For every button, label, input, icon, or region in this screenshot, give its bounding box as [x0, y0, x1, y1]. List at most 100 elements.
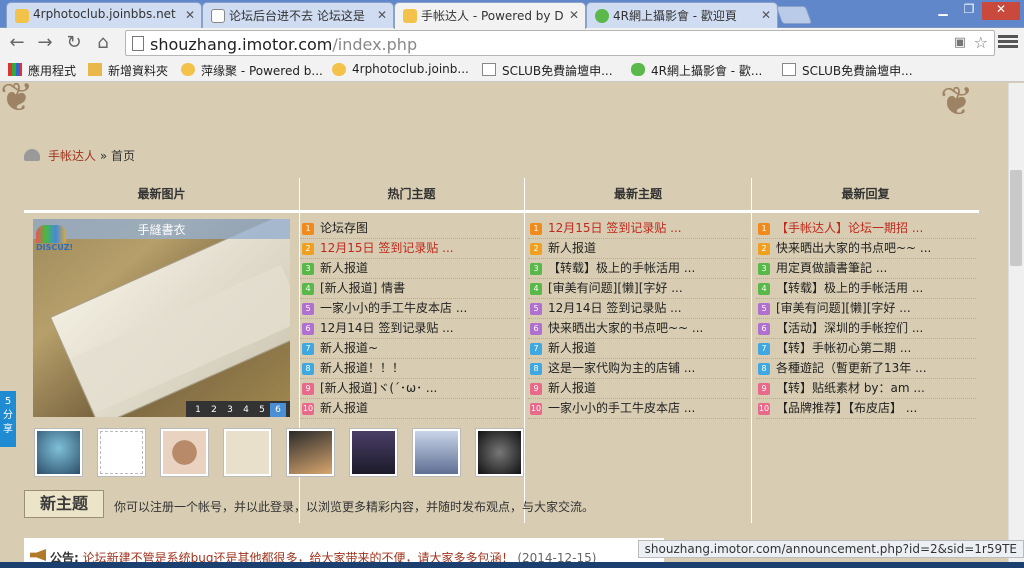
list-item[interactable]: 7 新人报道 [528, 339, 748, 359]
list-item[interactable]: 10 【品牌推荐】【布皮店】 ... [756, 399, 976, 419]
scrollbar[interactable] [1008, 83, 1024, 568]
topic-title-link[interactable]: 用定頁做讀書筆記 ... [776, 261, 887, 275]
list-item[interactable]: 3 新人报道 [300, 259, 520, 279]
topic-title-link[interactable]: 【手帐达人】论坛一期招 ... [776, 221, 923, 235]
list-item[interactable]: 5 12月14日 签到记录贴 ... [528, 299, 748, 319]
new-topic-button[interactable]: 新主题 [24, 490, 104, 518]
thumbnail-image[interactable] [223, 428, 272, 477]
scrollbar-thumb[interactable] [1010, 170, 1022, 266]
topic-title-link[interactable]: 新人报道 [548, 241, 596, 255]
thumbnail-image[interactable] [34, 428, 83, 477]
list-item[interactable]: 9 [新人报道]ヾ(´･ω･ ... [300, 379, 520, 399]
topic-title-link[interactable]: 新人报道！！！ [320, 361, 404, 375]
bookmark-apps[interactable]: 應用程式 [8, 62, 76, 79]
reload-icon[interactable]: ↻ [63, 32, 85, 54]
topic-title-link[interactable]: [新人报道] 情書 [320, 281, 405, 295]
topic-title-link[interactable]: 新人报道 [320, 401, 368, 415]
topic-title-link[interactable]: 各種遊記（暫更新了13年 ... [776, 361, 927, 375]
list-item[interactable]: 6 12月14日 签到记录贴 ... [300, 319, 520, 339]
list-item[interactable]: 5 [审美有问题][懒][字好 ... [756, 299, 976, 319]
breadcrumb-site-link[interactable]: 手帐达人 [48, 149, 96, 163]
topic-title-link[interactable]: 12月15日 签到记录贴 ... [320, 241, 454, 255]
slide-page-button[interactable]: 4 [238, 403, 254, 417]
topic-title-link[interactable]: 快来晒出大家的书点吧~~ ... [548, 321, 703, 335]
topic-title-link[interactable]: 新人报道 [320, 261, 368, 275]
list-item[interactable]: 10 新人报道 [300, 399, 520, 419]
bookmark-item[interactable]: 4R網上攝影會 - 歡... [631, 62, 762, 79]
list-item[interactable]: 9 【转】贴纸素材 by：am ... [756, 379, 976, 399]
browser-tab-1[interactable]: 4rphotoclub.joinbbs.net ✕ [6, 2, 202, 28]
close-icon[interactable]: ✕ [185, 8, 195, 22]
list-item[interactable]: 6 【活动】深圳的手帐控们 ... [756, 319, 976, 339]
new-tab-button[interactable] [775, 6, 813, 24]
browser-tab-2[interactable]: 论坛后台进不去 论坛这是 ✕ [202, 2, 394, 28]
topic-title-link[interactable]: 【转】贴纸素材 by：am ... [776, 381, 925, 395]
bookmark-item[interactable]: SCLUB免費論壇申... [482, 62, 613, 79]
topic-title-link[interactable]: 新人报道 [548, 381, 596, 395]
topic-title-link[interactable]: 12月14日 签到记录贴 ... [548, 301, 682, 315]
back-icon[interactable]: ← [6, 32, 28, 54]
topic-title-link[interactable]: [审美有问题][懒][字好 ... [776, 301, 911, 315]
topic-title-link[interactable]: 这是一家代购为主的店铺 ... [548, 361, 695, 375]
topic-title-link[interactable]: 【转】手帐初心第二期 ... [776, 341, 911, 355]
close-icon[interactable]: ✕ [761, 8, 771, 22]
topic-title-link[interactable]: 12月15日 签到记录贴 ... [548, 221, 682, 235]
menu-icon[interactable] [998, 33, 1018, 51]
topic-title-link[interactable]: 新人报道 [548, 341, 596, 355]
close-icon[interactable]: ✕ [569, 8, 579, 22]
browser-tab-3[interactable]: 手帐达人 - Powered by D ✕ [394, 2, 586, 29]
topic-title-link[interactable]: 【转载】极上的手帐活用 ... [548, 261, 695, 275]
slide-page-button[interactable]: 5 [254, 403, 270, 417]
topic-title-link[interactable]: 快来晒出大家的书点吧~~ ... [776, 241, 931, 255]
topic-title-link[interactable]: 一家小小的手工牛皮本店 ... [548, 401, 695, 415]
slide-page-button[interactable]: 6 [270, 403, 286, 417]
topic-title-link[interactable]: 论坛存图 [320, 221, 368, 235]
browser-tab-4[interactable]: 4R網上攝影會 - 歡迎頁 ✕ [586, 2, 778, 28]
list-item[interactable]: 6 快来晒出大家的书点吧~~ ... [528, 319, 748, 339]
bookmark-item[interactable]: 萍缘聚 - Powered b... [181, 62, 323, 79]
thumbnail-image[interactable] [160, 428, 209, 477]
list-item[interactable]: 1 【手帐达人】论坛一期招 ... [756, 219, 976, 239]
list-item[interactable]: 8 新人报道！！！ [300, 359, 520, 379]
list-item[interactable]: 7 新人报道~ [300, 339, 520, 359]
bookmark-item[interactable]: 4rphotoclub.joinb... [332, 62, 469, 76]
list-item[interactable]: 4 【转载】极上的手帐活用 ... [756, 279, 976, 299]
list-item[interactable]: 8 各種遊記（暫更新了13年 ... [756, 359, 976, 379]
close-icon[interactable]: ✕ [377, 8, 387, 22]
thumbnail-image[interactable] [286, 428, 335, 477]
list-item[interactable]: 4 [新人报道] 情書 [300, 279, 520, 299]
image-slideshow[interactable]: 手縫書衣 DISCUZ! 123456 [33, 219, 290, 417]
thumbnail-image[interactable] [475, 428, 524, 477]
list-item[interactable]: 10 一家小小的手工牛皮本店 ... [528, 399, 748, 419]
list-item[interactable]: 1 论坛存图 [300, 219, 520, 239]
list-item[interactable]: 2 12月15日 签到记录贴 ... [300, 239, 520, 259]
list-item[interactable]: 2 新人报道 [528, 239, 748, 259]
topic-title-link[interactable]: 【品牌推荐】【布皮店】 ... [776, 401, 917, 415]
list-item[interactable]: 9 新人报道 [528, 379, 748, 399]
forward-icon[interactable]: → [34, 32, 56, 54]
bookmark-folder[interactable]: 新增資料夾 [88, 62, 168, 79]
star-icon[interactable]: ☆ [974, 33, 988, 52]
topic-title-link[interactable]: 12月14日 签到记录贴 ... [320, 321, 454, 335]
address-bar[interactable]: shouzhang.imotor.com/index.php ▣ ☆ [125, 30, 995, 56]
list-item[interactable]: 2 快来晒出大家的书点吧~~ ... [756, 239, 976, 259]
bookmark-item[interactable]: SCLUB免費論壇申... [782, 62, 913, 79]
list-item[interactable]: 3 用定頁做讀書筆記 ... [756, 259, 976, 279]
close-window-icon[interactable]: ✕ [982, 2, 1020, 20]
home-icon[interactable]: ⌂ [92, 32, 114, 54]
share-button[interactable]: 5 分享 [0, 391, 16, 447]
topic-title-link[interactable]: [新人报道]ヾ(´･ω･ ... [320, 381, 437, 395]
topic-title-link[interactable]: 一家小小的手工牛皮本店 ... [320, 301, 467, 315]
thumbnail-image[interactable] [349, 428, 398, 477]
list-item[interactable]: 1 12月15日 签到记录贴 ... [528, 219, 748, 239]
home-icon[interactable] [24, 149, 40, 161]
thumbnail-image[interactable] [412, 428, 461, 477]
slide-page-button[interactable]: 1 [190, 403, 206, 417]
topic-title-link[interactable]: 新人报道~ [320, 341, 378, 355]
topic-title-link[interactable]: 【转载】极上的手帐活用 ... [776, 281, 923, 295]
slide-page-button[interactable]: 2 [206, 403, 222, 417]
translate-icon[interactable]: ▣ [954, 35, 966, 50]
topic-title-link[interactable]: 【活动】深圳的手帐控们 ... [776, 321, 923, 335]
list-item[interactable]: 7 【转】手帐初心第二期 ... [756, 339, 976, 359]
restore-icon[interactable]: ❐ [956, 2, 982, 20]
